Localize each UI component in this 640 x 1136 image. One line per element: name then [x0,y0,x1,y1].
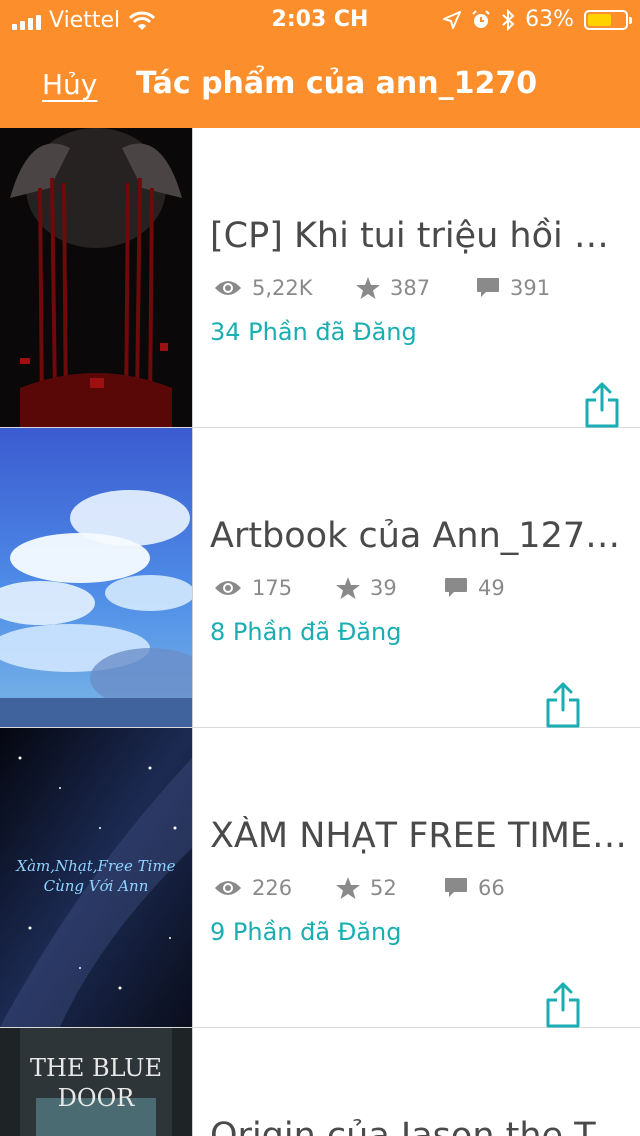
cover-text: Cùng Với Ann [44,877,149,895]
comments-stat: 49 [444,576,505,600]
alarm-clock-icon [472,9,490,28]
story-title[interactable]: [CP] Khi tui triệu hồi Creepypasta [210,216,630,256]
votes-stat: 387 [356,276,430,300]
comments-count: 66 [478,876,505,900]
comment-icon [445,578,467,597]
story-cover-image [0,428,192,727]
views-stat: 226 [214,876,292,900]
story-title[interactable]: Artbook của Ann_1270 (Artbook) [210,516,630,556]
status-bar: Viettel 2:03 CH 63% [0,0,640,40]
comments-count: 49 [478,576,505,600]
cover-text: DOOR [58,1084,136,1112]
eye-icon [215,281,241,295]
story-row[interactable]: THE BLUE DOOR Origin của Jason the Toy M… [0,1028,640,1136]
story-title[interactable]: XÀM NHẠT FREE TIME cùng với Ann [210,816,630,856]
story-title[interactable]: Origin của Jason the Toy Maker [210,1116,630,1136]
bluetooth-icon [502,8,515,31]
votes-count: 52 [370,876,397,900]
story-cover-image: THE BLUE DOOR [0,1028,192,1136]
cancel-button[interactable]: Hủy [42,68,97,101]
share-icon[interactable] [584,382,620,428]
eye-icon [215,881,241,895]
header-bar: Viettel 2:03 CH 63% Hủy Tác phẩm của ann… [0,0,640,128]
published-parts-count: 9 Phần đã Đăng [210,918,402,946]
votes-count: 39 [370,576,397,600]
cover-text: Xàm,Nhạt,Free Time [15,857,175,875]
story-cover-image: Xàm,Nhạt,Free Time Cùng Với Ann [0,728,192,1027]
story-stats: 5,22K 387 391 [210,276,630,306]
votes-stat: 52 [336,876,397,900]
votes-count: 387 [390,276,431,300]
star-icon [336,576,360,599]
comment-icon [477,278,499,297]
story-row[interactable]: [CP] Khi tui triệu hồi Creepypasta 5,22K… [0,128,640,428]
story-row[interactable]: Xàm,Nhạt,Free Time Cùng Với Ann XÀM NHẠT… [0,728,640,1028]
page-title: Tác phẩm của ann_1270 [136,66,538,101]
votes-stat: 39 [336,576,397,600]
story-stats: 226 52 66 [210,876,630,906]
comments-count: 391 [510,276,551,300]
battery-percent: 63% [525,7,574,32]
share-icon[interactable] [545,682,581,728]
battery-fill [588,13,611,26]
eye-icon [215,581,241,595]
star-icon [336,876,360,899]
navigation-bar: Hủy Tác phẩm của ann_1270 [0,60,640,110]
published-parts-count: 34 Phần đã Đăng [210,318,417,346]
comment-icon [445,878,467,897]
views-count: 175 [252,576,293,600]
cover-text: THE BLUE [30,1054,162,1082]
story-stats: 175 39 49 [210,576,630,606]
views-count: 5,22K [252,276,313,300]
battery-icon [584,9,632,30]
views-count: 226 [252,876,293,900]
story-cover-image [0,128,192,427]
star-icon [356,276,380,299]
comments-stat: 391 [476,276,550,300]
published-parts-count: 8 Phần đã Đăng [210,618,402,646]
share-icon[interactable] [545,982,581,1028]
location-arrow-icon [443,10,462,29]
story-list: [CP] Khi tui triệu hồi Creepypasta 5,22K… [0,128,640,1136]
story-row[interactable]: Artbook của Ann_1270 (Artbook) 175 39 49… [0,428,640,728]
views-stat: 5,22K [214,276,313,300]
views-stat: 175 [214,576,292,600]
comments-stat: 66 [444,876,505,900]
